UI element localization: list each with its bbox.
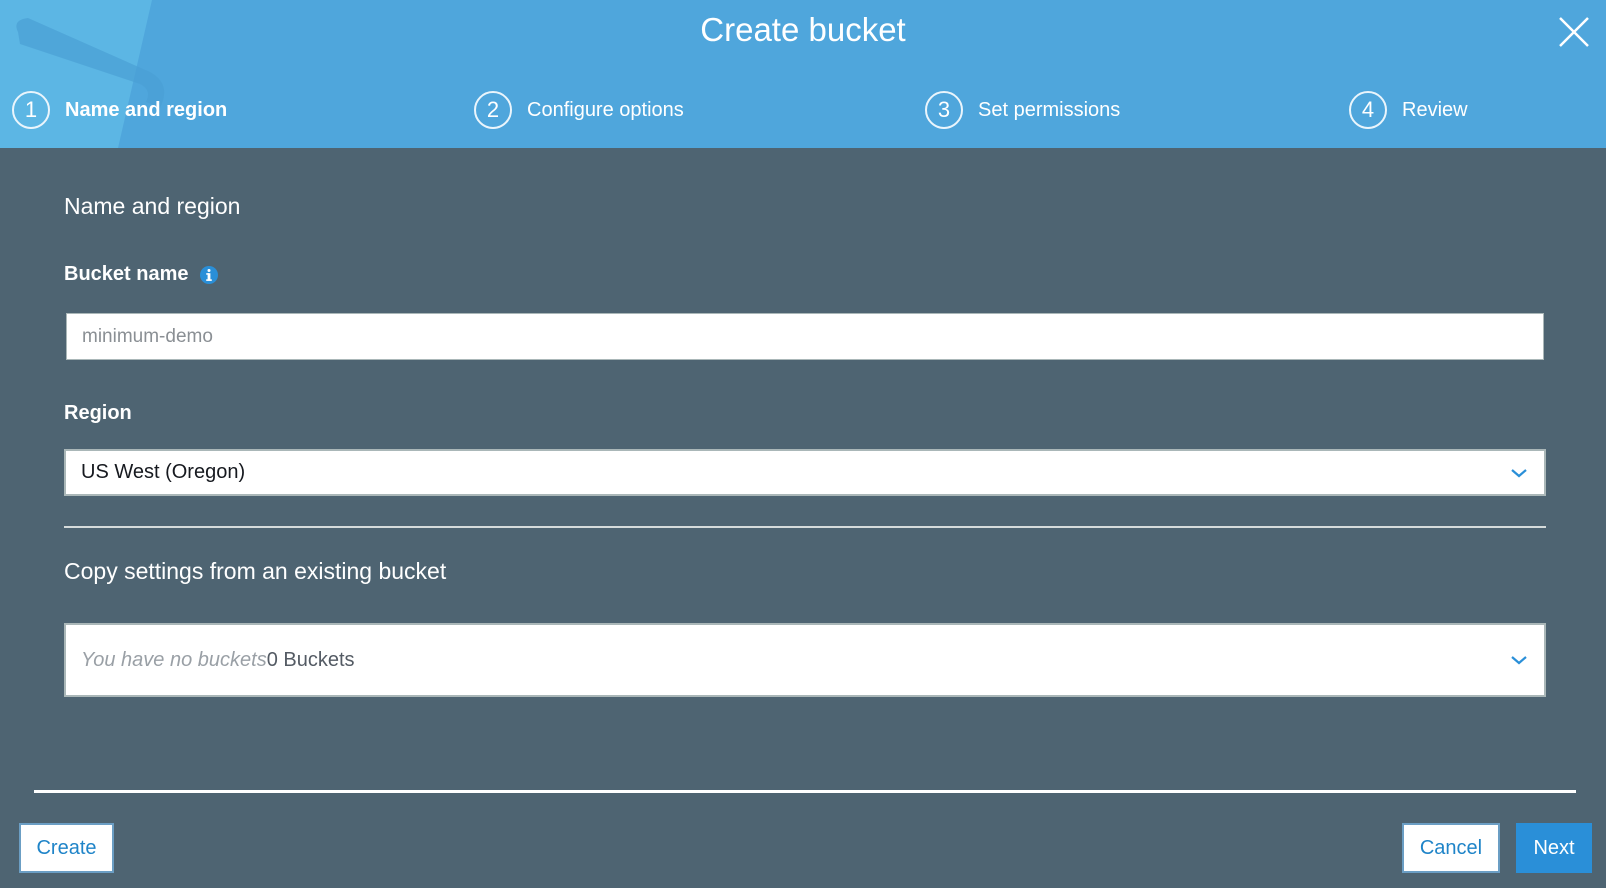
step-number: 4 — [1349, 91, 1387, 129]
section-title: Name and region — [64, 193, 241, 219]
bucket-name-input[interactable] — [66, 313, 1544, 360]
footer-divider — [34, 790, 1576, 793]
step-number: 1 — [12, 91, 50, 129]
copy-bucket-placeholder: You have no buckets — [81, 648, 267, 671]
region-select-value: US West (Oregon) — [81, 461, 246, 483]
cancel-button[interactable]: Cancel — [1402, 823, 1500, 873]
bucket-count: 0 Buckets — [266, 648, 355, 671]
bucket-name-label-text: Bucket name — [64, 263, 189, 285]
bucket-name-label: Bucket name — [64, 263, 219, 286]
close-icon[interactable] — [1556, 14, 1592, 50]
step-set-permissions[interactable]: 3 Set permissions — [925, 90, 1120, 130]
step-name-and-region[interactable]: 1 Name and region — [12, 90, 227, 130]
create-button[interactable]: Create — [19, 823, 114, 873]
section-divider — [64, 526, 1546, 528]
step-label: Configure options — [527, 98, 684, 121]
chevron-down-icon — [1511, 468, 1527, 477]
dialog-header: Create bucket 1 Name and region 2 Config… — [0, 0, 1606, 148]
next-button[interactable]: Next — [1516, 823, 1592, 873]
step-label: Name and region — [65, 98, 228, 121]
step-configure-options[interactable]: 2 Configure options — [474, 90, 684, 130]
copy-settings-title: Copy settings from an existing bucket — [64, 558, 447, 584]
step-label: Review — [1402, 98, 1468, 121]
copy-bucket-select[interactable]: You have no buckets 0 Buckets — [64, 623, 1546, 697]
step-label: Set permissions — [978, 98, 1121, 121]
step-number: 3 — [925, 91, 963, 129]
info-icon[interactable] — [199, 265, 219, 285]
chevron-down-icon — [1511, 656, 1527, 665]
dialog-title: Create bucket — [700, 11, 906, 48]
step-number: 2 — [474, 91, 512, 129]
region-select[interactable]: US West (Oregon) — [64, 449, 1546, 496]
region-label: Region — [64, 402, 132, 424]
step-review[interactable]: 4 Review — [1349, 90, 1468, 130]
